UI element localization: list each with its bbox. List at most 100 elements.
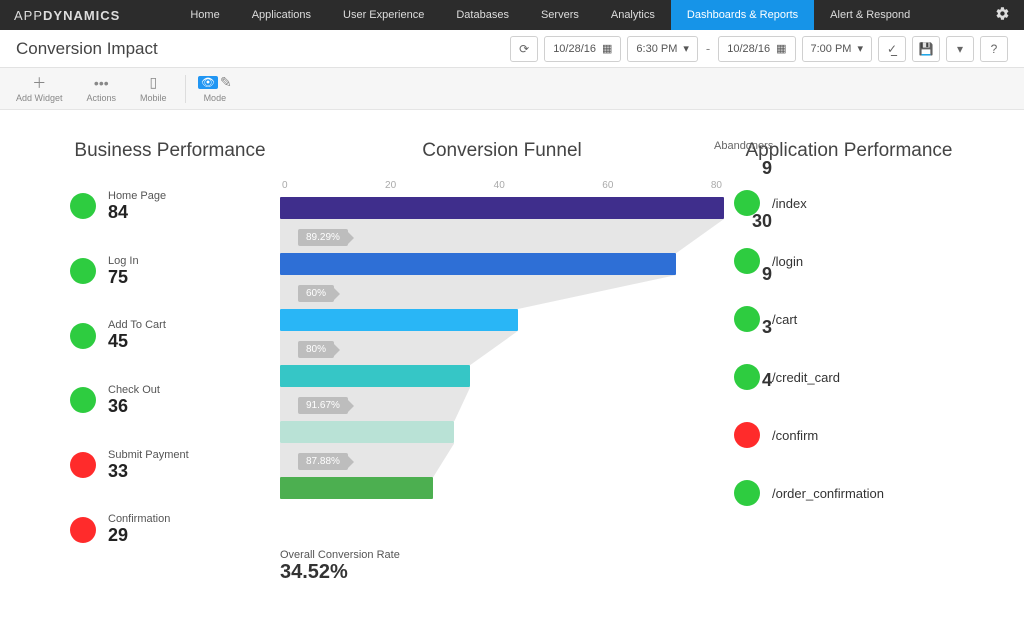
stage-conversion-tag: 89.29%: [298, 229, 348, 246]
business-label: Log In: [108, 255, 139, 267]
business-text: Check Out 36: [108, 384, 160, 417]
nav-item[interactable]: Alert & Respond: [814, 0, 926, 30]
sub-header: Conversion Impact ⟳ 10/28/16 ▦ 6:30 PM ▾…: [0, 30, 1024, 68]
app-endpoint-label: /index: [772, 196, 807, 211]
business-list: Home Page 84 Log In 75 Add To Cart 45 Ch…: [70, 190, 270, 546]
save-button[interactable]: 💾: [912, 36, 940, 62]
business-row: Check Out 36: [70, 384, 270, 417]
funnel-bar: [280, 365, 470, 387]
nav-items: HomeApplicationsUser ExperienceDatabases…: [174, 0, 926, 30]
business-value: 84: [108, 202, 166, 223]
nav-item[interactable]: Applications: [236, 0, 327, 30]
from-time-value: 6:30 PM: [636, 43, 677, 55]
business-section-title: Business Performance: [70, 140, 270, 162]
add-widget-button[interactable]: ＋ Add Widget: [10, 75, 69, 103]
abandoner-value: 3: [762, 317, 772, 338]
overall-label: Overall Conversion Rate: [280, 549, 724, 561]
mode-button[interactable]: 👁✎ Mode: [198, 75, 233, 103]
nav-item[interactable]: Dashboards & Reports: [671, 0, 814, 30]
dashboard-toolbar: ＋ Add Widget ••• Actions ▯ Mobile 👁✎ Mod…: [0, 68, 1024, 110]
status-dot: [734, 422, 760, 448]
business-text: Confirmation 29: [108, 513, 170, 546]
abandoner-value: 9: [762, 158, 772, 179]
funnel-column: Conversion Funnel 020406080 89.29%60%80%…: [280, 140, 724, 584]
abandoner-value: 9: [762, 264, 772, 285]
business-performance-column: Business Performance Home Page 84 Log In…: [70, 140, 270, 584]
business-text: Submit Payment 33: [108, 449, 189, 482]
abandoner-value: 30: [752, 211, 772, 232]
funnel-stage: 80%: [280, 309, 724, 365]
status-dot: [70, 517, 96, 543]
business-label: Add To Cart: [108, 319, 166, 331]
funnel-stage: [280, 477, 724, 533]
business-text: Log In 75: [108, 255, 139, 288]
eye-icon: 👁: [198, 76, 218, 89]
nav-item[interactable]: Home: [174, 0, 235, 30]
more-menu-button[interactable]: ▾: [946, 36, 974, 62]
business-value: 33: [108, 461, 189, 482]
app-endpoint-label: /confirm: [772, 428, 818, 443]
nav-item[interactable]: Analytics: [595, 0, 671, 30]
business-label: Home Page: [108, 190, 166, 202]
business-value: 45: [108, 331, 166, 352]
status-dot: [70, 452, 96, 478]
status-dot: [70, 387, 96, 413]
dashboard-body: Business Performance Home Page 84 Log In…: [0, 110, 1024, 594]
help-button[interactable]: ?: [980, 36, 1008, 62]
apply-button[interactable]: ✓̲: [878, 36, 906, 62]
app-endpoint-label: /cart: [772, 312, 797, 327]
nav-item[interactable]: Servers: [525, 0, 595, 30]
abandoners-list: 930934: [714, 158, 772, 391]
axis-tick: 20: [385, 180, 396, 191]
nav-item[interactable]: User Experience: [327, 0, 440, 30]
business-row: Log In 75: [70, 255, 270, 288]
funnel-bar: [280, 197, 724, 219]
funnel-stage: 87.88%: [280, 421, 724, 477]
stage-conversion-tag: 80%: [298, 341, 334, 358]
chevron-down-icon: ▾: [857, 42, 863, 55]
funnel-bar: [280, 421, 454, 443]
status-dot: [70, 258, 96, 284]
settings-gear-button[interactable]: [981, 6, 1024, 24]
app-row: /order_confirmation: [734, 480, 964, 506]
axis-tick: 40: [494, 180, 505, 191]
funnel-x-axis: 020406080: [280, 180, 724, 197]
actions-label: Actions: [87, 93, 117, 103]
pencil-icon: ✎: [220, 74, 232, 91]
business-text: Add To Cart 45: [108, 319, 166, 352]
gear-icon: [995, 6, 1010, 24]
mode-icon-group: 👁✎: [204, 75, 226, 91]
business-value: 75: [108, 267, 139, 288]
refresh-button[interactable]: ⟳: [510, 36, 538, 62]
brand-prefix: APP: [14, 8, 43, 23]
mobile-label: Mobile: [140, 93, 167, 103]
abandoners-column: Abandoners 930934: [714, 140, 772, 391]
to-time-picker[interactable]: 7:00 PM ▾: [802, 36, 873, 62]
stage-conversion-tag: 91.67%: [298, 397, 348, 414]
business-value: 36: [108, 396, 160, 417]
funnel-chart: 89.29%60%80%91.67%87.88%: [280, 197, 724, 533]
stage-conversion-tag: 87.88%: [298, 453, 348, 470]
add-widget-label: Add Widget: [16, 93, 63, 103]
funnel-bar: [280, 253, 676, 275]
app-endpoint-label: /login: [772, 254, 803, 269]
nav-item[interactable]: Databases: [440, 0, 525, 30]
page-title: Conversion Impact: [16, 39, 158, 59]
from-time-picker[interactable]: 6:30 PM ▾: [627, 36, 698, 62]
mobile-button[interactable]: ▯ Mobile: [134, 75, 173, 103]
brand-logo: APPDYNAMICS: [0, 8, 134, 23]
from-date-value: 10/28/16: [553, 43, 596, 55]
calendar-icon: ▦: [602, 42, 612, 55]
range-separator: -: [704, 41, 712, 56]
business-row: Submit Payment 33: [70, 449, 270, 482]
to-date-picker[interactable]: 10/28/16 ▦: [718, 36, 795, 62]
from-date-picker[interactable]: 10/28/16 ▦: [544, 36, 621, 62]
actions-button[interactable]: ••• Actions: [81, 75, 123, 103]
funnel-section-title: Conversion Funnel: [280, 140, 724, 162]
refresh-icon: ⟳: [519, 42, 529, 56]
abandoners-header: Abandoners: [714, 140, 772, 152]
business-row: Add To Cart 45: [70, 319, 270, 352]
business-label: Check Out: [108, 384, 160, 396]
funnel-stage: 89.29%: [280, 197, 724, 253]
calendar-icon: ▦: [776, 42, 786, 55]
